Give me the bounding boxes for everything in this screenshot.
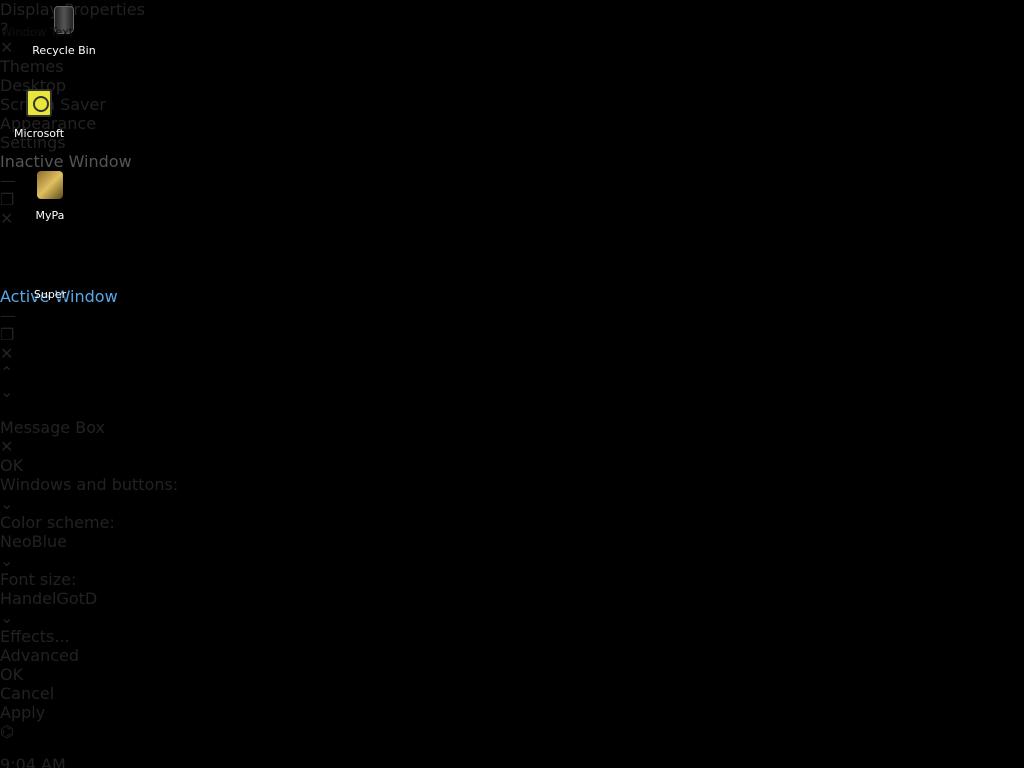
windows-buttons-label: Windows and buttons:	[0, 475, 179, 494]
appearance-panel: Inactive Window — ❐ ✕ Active Window — ❐ …	[0, 25, 1024, 665]
message-close-icon: ✕	[0, 437, 14, 456]
message-box-title: Message Box	[0, 418, 105, 437]
tab-settings[interactable]: Settings	[0, 133, 1024, 152]
desktop-icon-label: Microsoft	[13, 127, 65, 140]
color-scheme-select[interactable]: NeoBlue ⌄	[0, 532, 1024, 570]
start-button[interactable]: ⌬	[0, 722, 1024, 741]
appearance-preview: Inactive Window — ❐ ✕ Active Window — ❐ …	[0, 25, 1024, 475]
desktop-icon-label: Recycle Bin	[32, 44, 96, 57]
cancel-button[interactable]: Cancel	[0, 684, 75, 703]
help-button[interactable]: ?	[0, 19, 1024, 38]
chevron-down-icon: ⌄	[0, 551, 14, 570]
color-scheme-value: NeoBlue	[0, 532, 68, 551]
tab-strip: Themes Desktop Screen Saver Appearance S…	[0, 57, 1024, 152]
chevron-down-icon: ⌄	[0, 608, 14, 627]
advanced-button[interactable]: Advanced	[0, 646, 83, 665]
window-text-sample: Window Text	[1, 25, 74, 39]
preview-scrollbar: ⌃ ⌄	[0, 363, 318, 401]
tab-screen-saver[interactable]: Screen Saver	[0, 95, 1024, 114]
tab-appearance[interactable]: Appearance	[0, 114, 1024, 133]
preview-active-window: Active Window — ❐ ✕ Window Text ⌃ ⌄	[0, 25, 318, 418]
effects-button[interactable]: Effects...	[0, 627, 83, 646]
taskbar: ⌬ 9:04 AM	[0, 722, 1024, 768]
super-app-icon	[33, 250, 67, 284]
taskbar-clock[interactable]: 9:04 AM	[0, 755, 1024, 768]
font-size-select[interactable]: HandelGotD ⌄	[0, 589, 1024, 627]
microsoft-app-icon	[22, 89, 56, 123]
desktop-icon-label: MyPa	[35, 209, 65, 222]
dialog-titlebar[interactable]: Display Properties	[0, 0, 1024, 19]
active-minimize-icon: —	[0, 306, 16, 325]
display-properties-dialog: Display Properties ? ✕ Themes Desktop Sc…	[0, 0, 1024, 722]
desktop-icon-label: Super	[33, 288, 67, 301]
desktop-icon-mypa[interactable]: MyPa	[20, 168, 80, 222]
preview-message-box: Message Box ✕ OK	[0, 418, 1024, 475]
active-close-icon: ✕	[0, 344, 14, 363]
desktop-icon-microsoft[interactable]: Microsoft	[4, 86, 74, 140]
font-size-value: HandelGotD	[0, 589, 98, 608]
desktop-icon-super[interactable]: Super	[20, 248, 80, 301]
apply-button[interactable]: Apply	[0, 703, 75, 722]
font-size-label: Font size:	[0, 570, 77, 589]
message-ok-button: OK	[0, 456, 24, 475]
ok-button[interactable]: OK	[0, 665, 75, 684]
windows-buttons-select[interactable]: ⌄	[0, 494, 1024, 513]
tab-themes[interactable]: Themes	[0, 57, 1024, 76]
mypa-app-icon	[33, 171, 67, 205]
active-maximize-icon: ❐	[0, 325, 15, 344]
scroll-down-icon: ⌄	[0, 382, 14, 401]
tab-desktop[interactable]: Desktop	[0, 76, 1024, 95]
color-scheme-label: Color scheme:	[0, 513, 115, 532]
chevron-down-icon: ⌄	[0, 494, 14, 513]
device-icon[interactable]	[0, 741, 12, 755]
scroll-up-icon: ⌃	[0, 363, 14, 382]
close-button[interactable]: ✕	[0, 38, 1024, 57]
